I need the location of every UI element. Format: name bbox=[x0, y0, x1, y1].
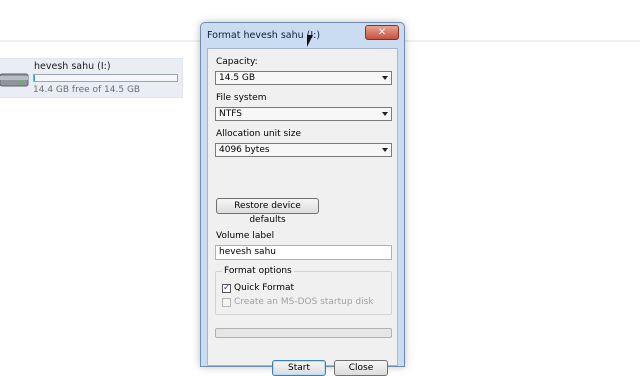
restore-defaults-button[interactable]: Restore device defaults bbox=[216, 198, 319, 225]
quick-format-checkbox[interactable]: ✓ bbox=[222, 284, 231, 293]
msdos-startup-checkbox bbox=[222, 298, 231, 307]
filesystem-label: File system bbox=[216, 93, 267, 103]
filesystem-value: NTFS bbox=[219, 109, 242, 119]
usb-drive-icon bbox=[0, 64, 30, 92]
drive-usage-fill bbox=[34, 75, 36, 81]
drive-usage-bar bbox=[33, 74, 178, 82]
mouse-cursor-icon bbox=[307, 35, 313, 47]
drive-name: hevesh sahu (I:) bbox=[34, 61, 111, 72]
format-options-group: Format options ✓ Quick Format Create an … bbox=[215, 266, 392, 315]
close-button[interactable]: Close bbox=[334, 360, 388, 376]
drive-free-space: 14.4 GB free of 14.5 GB bbox=[33, 85, 141, 95]
allocation-label: Allocation unit size bbox=[216, 129, 301, 139]
capacity-label: Capacity: bbox=[216, 57, 258, 67]
filesystem-select[interactable]: NTFS bbox=[215, 107, 392, 121]
msdos-startup-label: Create an MS-DOS startup disk bbox=[234, 297, 374, 307]
quick-format-label: Quick Format bbox=[234, 283, 295, 293]
format-options-title: Format options bbox=[222, 266, 294, 276]
chevron-down-icon bbox=[382, 112, 388, 116]
allocation-select[interactable]: 4096 bytes bbox=[215, 143, 392, 157]
close-icon[interactable]: ✕ bbox=[365, 25, 399, 40]
capacity-value: 14.5 GB bbox=[219, 73, 256, 83]
dialog-body: Capacity: 14.5 GB File system NTFS Alloc… bbox=[207, 48, 398, 376]
format-dialog: Format hevesh sahu (I:) ✕ Capacity: 14.5… bbox=[200, 22, 405, 376]
volume-label-input[interactable]: hevesh sahu bbox=[215, 245, 392, 260]
dialog-titlebar[interactable]: Format hevesh sahu (I:) ✕ bbox=[201, 23, 404, 47]
dialog-title: Format hevesh sahu (I:) bbox=[207, 30, 321, 41]
chevron-down-icon bbox=[382, 148, 388, 152]
allocation-value: 4096 bytes bbox=[219, 145, 270, 155]
start-button[interactable]: Start bbox=[272, 360, 326, 376]
chevron-down-icon bbox=[382, 76, 388, 80]
volume-label-label: Volume label bbox=[216, 231, 275, 241]
capacity-select[interactable]: 14.5 GB bbox=[215, 71, 392, 85]
format-progress-bar bbox=[215, 328, 392, 338]
